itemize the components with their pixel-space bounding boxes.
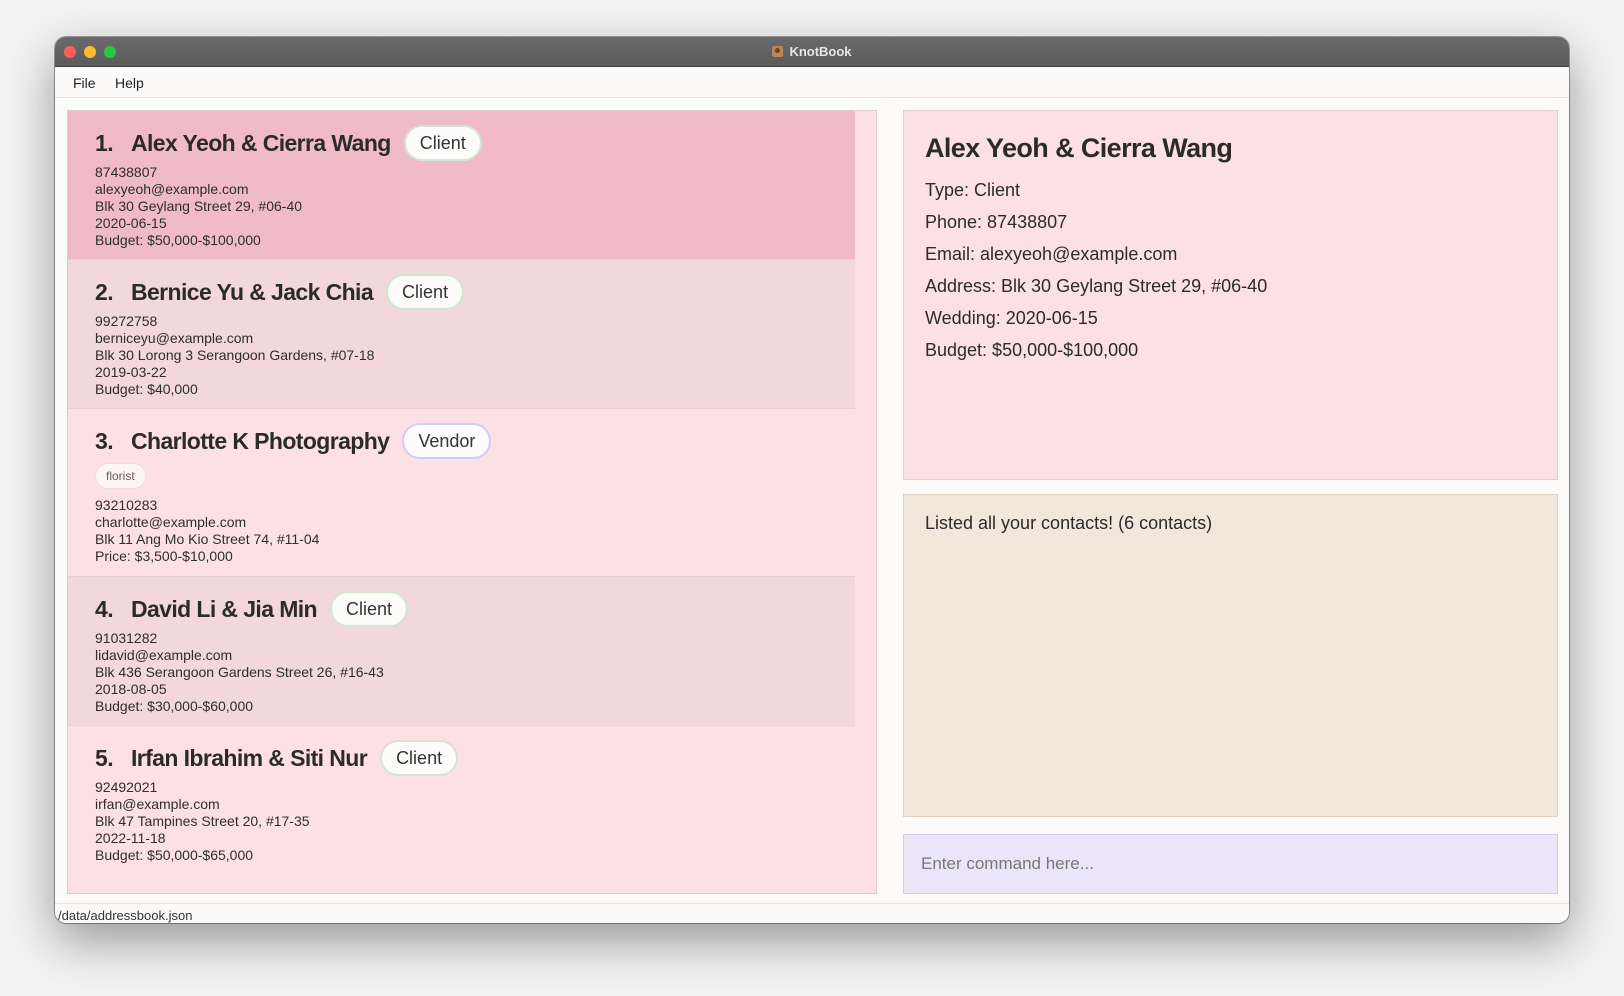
detail-email: Email: alexyeoh@example.com xyxy=(925,244,1178,264)
contact-price: Price: $3,500-$10,000 xyxy=(95,548,233,564)
window-title: KnotBook xyxy=(55,44,1569,59)
contact-address: Blk 47 Tampines Street 20, #17-35 xyxy=(95,813,310,829)
status-bar: /data/addressbook.json xyxy=(55,903,1569,923)
contact-phone: 92492021 xyxy=(95,779,158,795)
contact-email: berniceyu@example.com xyxy=(95,330,254,346)
contact-header: 4. David Li & Jia Min Client xyxy=(95,591,409,627)
contact-name: Bernice Yu & Jack Chia xyxy=(130,278,374,305)
contact-name: Alex Yeoh & Cierra Wang xyxy=(130,129,391,156)
contact-details: 91031282 lidavid@example.com Blk 436 Ser… xyxy=(95,630,384,715)
result-display: Listed all your contacts! (6 contacts) xyxy=(903,494,1558,817)
contact-phone: 87438807 xyxy=(95,164,158,180)
contact-name: David Li & Jia Min xyxy=(130,595,318,622)
contact-name: Charlotte K Photography xyxy=(130,427,390,454)
contact-index: 5. xyxy=(95,744,114,771)
contact-budget: Budget: $40,000 xyxy=(95,381,198,397)
contact-list[interactable]: 1. Alex Yeoh & Cierra Wang Client 874388… xyxy=(67,110,877,894)
contact-phone: 91031282 xyxy=(95,630,158,646)
detail-wedding: Wedding: 2020-06-15 xyxy=(925,308,1098,328)
app-icon xyxy=(772,46,784,57)
menu-bar: File Help xyxy=(55,67,1569,98)
title-bar: KnotBook xyxy=(55,37,1569,67)
type-badge: Client xyxy=(330,591,409,627)
type-badge: Client xyxy=(403,125,482,161)
contact-date: 2019-03-22 xyxy=(95,364,167,380)
contact-budget: Budget: $50,000-$65,000 xyxy=(95,847,254,863)
contact-email: lidavid@example.com xyxy=(95,647,233,663)
menu-help[interactable]: Help xyxy=(115,75,144,91)
contact-details: 93210283 charlotte@example.com Blk 11 An… xyxy=(95,497,319,565)
contact-phone: 93210283 xyxy=(95,497,158,513)
save-file-path: /data/addressbook.json xyxy=(58,908,193,923)
detail-budget: Budget: $50,000-$100,000 xyxy=(925,340,1139,360)
contact-header: 1. Alex Yeoh & Cierra Wang Client xyxy=(95,125,482,161)
app-window: KnotBook File Help 1. Alex Yeoh & Cierra… xyxy=(55,37,1569,923)
type-badge: Vendor xyxy=(402,423,492,459)
contact-date: 2018-08-05 xyxy=(95,681,167,697)
contact-header: 3. Charlotte K Photography Vendor xyxy=(95,423,492,459)
contact-address: Blk 11 Ang Mo Kio Street 74, #11-04 xyxy=(95,531,320,547)
contact-index: 4. xyxy=(95,595,114,622)
contact-email: irfan@example.com xyxy=(95,796,220,812)
contact-name: Irfan Ibrahim & Siti Nur xyxy=(130,744,368,771)
detail-type: Type: Client xyxy=(925,180,1021,200)
contact-phone: 99272758 xyxy=(95,313,158,329)
contact-budget: Budget: $50,000-$100,000 xyxy=(95,232,261,248)
window-title-text: KnotBook xyxy=(789,44,852,59)
contact-details: 92492021 irfan@example.com Blk 47 Tampin… xyxy=(95,779,310,864)
contact-card-3[interactable]: 3. Charlotte K Photography Vendor floris… xyxy=(68,409,855,577)
contact-header: 5. Irfan Ibrahim & Siti Nur Client xyxy=(95,740,459,776)
contact-card-2[interactable]: 2. Bernice Yu & Jack Chia Client 9927275… xyxy=(68,260,855,409)
contact-card-5[interactable]: 5. Irfan Ibrahim & Siti Nur Client 92492… xyxy=(68,726,855,893)
detail-phone: Phone: 87438807 xyxy=(925,212,1068,232)
contact-card-1[interactable]: 1. Alex Yeoh & Cierra Wang Client 874388… xyxy=(68,111,855,260)
contact-address: Blk 30 Lorong 3 Serangoon Gardens, #07-1… xyxy=(95,347,375,363)
contact-index: 3. xyxy=(95,427,114,454)
contact-tag: florist xyxy=(95,463,146,489)
contact-card-4[interactable]: 4. David Li & Jia Min Client 91031282 li… xyxy=(68,577,855,726)
detail-name: Alex Yeoh & Cierra Wang xyxy=(925,133,1233,163)
contact-index: 2. xyxy=(95,278,114,305)
menu-file[interactable]: File xyxy=(73,75,96,91)
contact-details: 87438807 alexyeoh@example.com Blk 30 Gey… xyxy=(95,164,302,249)
contact-email: charlotte@example.com xyxy=(95,514,247,530)
type-badge: Client xyxy=(386,274,465,310)
contact-index: 1. xyxy=(95,129,114,156)
contact-email: alexyeoh@example.com xyxy=(95,181,249,197)
result-message: Listed all your contacts! (6 contacts) xyxy=(925,513,1213,533)
contact-date: 2022-11-18 xyxy=(95,830,166,846)
detail-address: Address: Blk 30 Geylang Street 29, #06-4… xyxy=(925,276,1268,296)
command-input[interactable]: Enter command here... xyxy=(903,834,1558,894)
contact-details: 99272758 berniceyu@example.com Blk 30 Lo… xyxy=(95,313,374,398)
contact-budget: Budget: $30,000-$60,000 xyxy=(95,698,254,714)
contact-address: Blk 436 Serangoon Gardens Street 26, #16… xyxy=(95,664,384,680)
contact-detail-panel: Alex Yeoh & Cierra Wang Type: Client Pho… xyxy=(903,110,1558,480)
contact-header: 2. Bernice Yu & Jack Chia Client xyxy=(95,274,465,310)
contact-date: 2020-06-15 xyxy=(95,215,167,231)
type-badge: Client xyxy=(380,740,459,776)
contact-address: Blk 30 Geylang Street 29, #06-40 xyxy=(95,198,303,214)
